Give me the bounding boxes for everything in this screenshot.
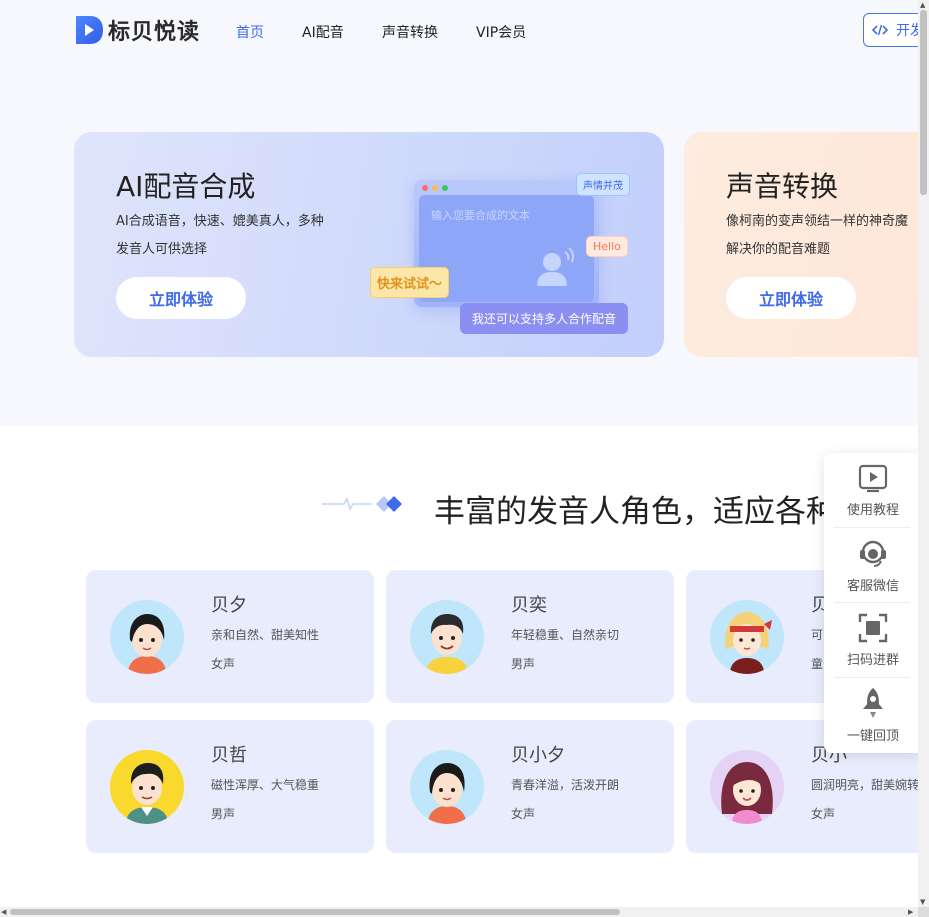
speaker-desc: 圆润明亮，甜美婉转 bbox=[811, 778, 918, 792]
voice-conversion-try-button[interactable]: 立即体验 bbox=[726, 277, 856, 319]
window-dot-red bbox=[422, 185, 428, 191]
logo-icon bbox=[76, 16, 103, 44]
ai-dubbing-desc-line-1: AI合成语音，快速、媲美真人，多种 bbox=[116, 214, 324, 229]
speaker-desc: 青春洋溢，活泼开朗 bbox=[511, 778, 620, 792]
floating-side-panel: 使用教程 客服微信 扫码进群 一键回顶 bbox=[824, 453, 918, 753]
brand-name: 标贝悦读 bbox=[108, 20, 201, 45]
speaker-card[interactable]: 贝哲 磁性浑厚、大气稳重 男声 bbox=[86, 720, 374, 853]
side-item-label: 一键回顶 bbox=[846, 729, 899, 744]
side-item-wechat-service[interactable]: 客服微信 bbox=[834, 528, 912, 603]
voice-conversion-card: 声音转换 像柯南的变声领结一样的神奇魔 解决你的配音难题 立即体验 bbox=[684, 132, 918, 357]
rocket-icon bbox=[863, 688, 883, 718]
nav-item-ai-dubbing[interactable]: AI配音 bbox=[302, 22, 344, 42]
speaker-desc: 磁性浑厚、大气稳重 bbox=[211, 778, 320, 792]
tag-emotion: 声情并茂 bbox=[576, 173, 630, 196]
speaker-card[interactable]: 贝夕 亲和自然、甜美知性 女声 bbox=[86, 570, 374, 703]
speaker-desc: 年轻稳重、自然亲切 bbox=[511, 628, 620, 642]
illustration-placeholder: 输入您要合成的文本 bbox=[431, 209, 530, 222]
speaker-card[interactable]: 贝奕 年轻稳重、自然亲切 男声 bbox=[386, 570, 674, 703]
window-dot-yellow bbox=[432, 185, 438, 191]
scrollbar-corner bbox=[918, 907, 929, 917]
avatar bbox=[710, 750, 784, 824]
speaker-gender: 女声 bbox=[211, 657, 236, 671]
speaker-name: 贝夕 bbox=[211, 595, 247, 616]
avatar bbox=[110, 600, 184, 674]
ai-dubbing-try-button[interactable]: 立即体验 bbox=[116, 277, 246, 319]
play-icon bbox=[858, 464, 888, 493]
scan-icon bbox=[858, 613, 888, 643]
speaker-name: 贝哲 bbox=[211, 745, 247, 766]
avatar bbox=[710, 600, 784, 674]
speaker-gender: 童 bbox=[811, 657, 824, 671]
developer-button-label: 开发 bbox=[896, 23, 918, 39]
ai-dubbing-desc-line-2: 发音人可供选择 bbox=[116, 242, 208, 257]
side-item-tutorial[interactable]: 使用教程 bbox=[834, 453, 912, 528]
page: 标贝悦读 首页 AI配音 声音转换 VIP会员 开发 AI配音合成 AI合成语音… bbox=[0, 0, 918, 907]
side-item-label: 扫码进群 bbox=[846, 653, 899, 668]
avatar bbox=[110, 750, 184, 824]
tag-multi-speaker: 我还可以支持多人合作配音 bbox=[460, 303, 629, 334]
speaker-gender: 女声 bbox=[511, 807, 536, 821]
speaker-name: 贝奕 bbox=[511, 595, 547, 616]
side-item-label: 使用教程 bbox=[846, 503, 899, 518]
voice-conversion-desc-line-2: 解决你的配音难题 bbox=[726, 242, 831, 257]
ai-dubbing-title: AI配音合成 bbox=[116, 170, 256, 203]
nav-item-home[interactable]: 首页 bbox=[236, 22, 264, 42]
speaker-desc: 可 bbox=[811, 628, 824, 642]
section-decoration-icon bbox=[322, 496, 402, 512]
tag-hello: Hello bbox=[586, 236, 628, 257]
vertical-scrollbar-thumb[interactable] bbox=[920, 10, 927, 195]
vertical-scrollbar[interactable]: ▲ ▼ bbox=[918, 0, 929, 907]
tag-try-it: 快来试试～ bbox=[370, 267, 450, 298]
logo[interactable]: 标贝悦读 bbox=[74, 14, 200, 46]
avatar bbox=[410, 600, 484, 674]
horizontal-scrollbar[interactable]: ◀ ▶ bbox=[0, 907, 918, 917]
avatar bbox=[410, 750, 484, 824]
side-item-scan-join-group[interactable]: 扫码进群 bbox=[834, 603, 912, 678]
headset-icon bbox=[860, 540, 886, 567]
side-item-back-to-top[interactable]: 一键回顶 bbox=[834, 678, 912, 753]
scroll-down-icon[interactable]: ▼ bbox=[920, 897, 925, 907]
speaker-desc: 亲和自然、甜美知性 bbox=[211, 628, 320, 642]
scroll-right-icon[interactable]: ▶ bbox=[908, 907, 913, 917]
voice-conversion-desc-line-1: 像柯南的变声领结一样的神奇魔 bbox=[726, 214, 909, 229]
nav-item-vip[interactable]: VIP会员 bbox=[476, 22, 526, 42]
window-dot-green bbox=[442, 185, 448, 191]
speaker-gender: 男声 bbox=[511, 657, 536, 671]
speaker-gender: 男声 bbox=[211, 807, 236, 821]
speaker-name: 贝小夕 bbox=[511, 745, 565, 766]
scroll-up-icon[interactable]: ▲ bbox=[920, 0, 925, 10]
speaker-person-icon bbox=[537, 247, 574, 286]
scroll-left-icon[interactable]: ◀ bbox=[1, 907, 6, 917]
voice-conversion-title: 声音转换 bbox=[726, 170, 839, 203]
section-title: 丰富的发音人角色，适应各种 bbox=[434, 494, 837, 530]
code-icon bbox=[872, 24, 888, 36]
side-item-label: 客服微信 bbox=[846, 579, 899, 594]
speaker-card[interactable]: 贝小夕 青春洋溢，活泼开朗 女声 bbox=[386, 720, 674, 853]
ai-dubbing-card: AI配音合成 AI合成语音，快速、媲美真人，多种 发音人可供选择 立即体验 输入… bbox=[74, 132, 664, 357]
speaker-gender: 女声 bbox=[811, 807, 836, 821]
nav-item-voice-conversion[interactable]: 声音转换 bbox=[382, 22, 438, 42]
developer-button[interactable]: 开发 bbox=[863, 13, 918, 47]
horizontal-scrollbar-thumb[interactable] bbox=[10, 909, 620, 915]
